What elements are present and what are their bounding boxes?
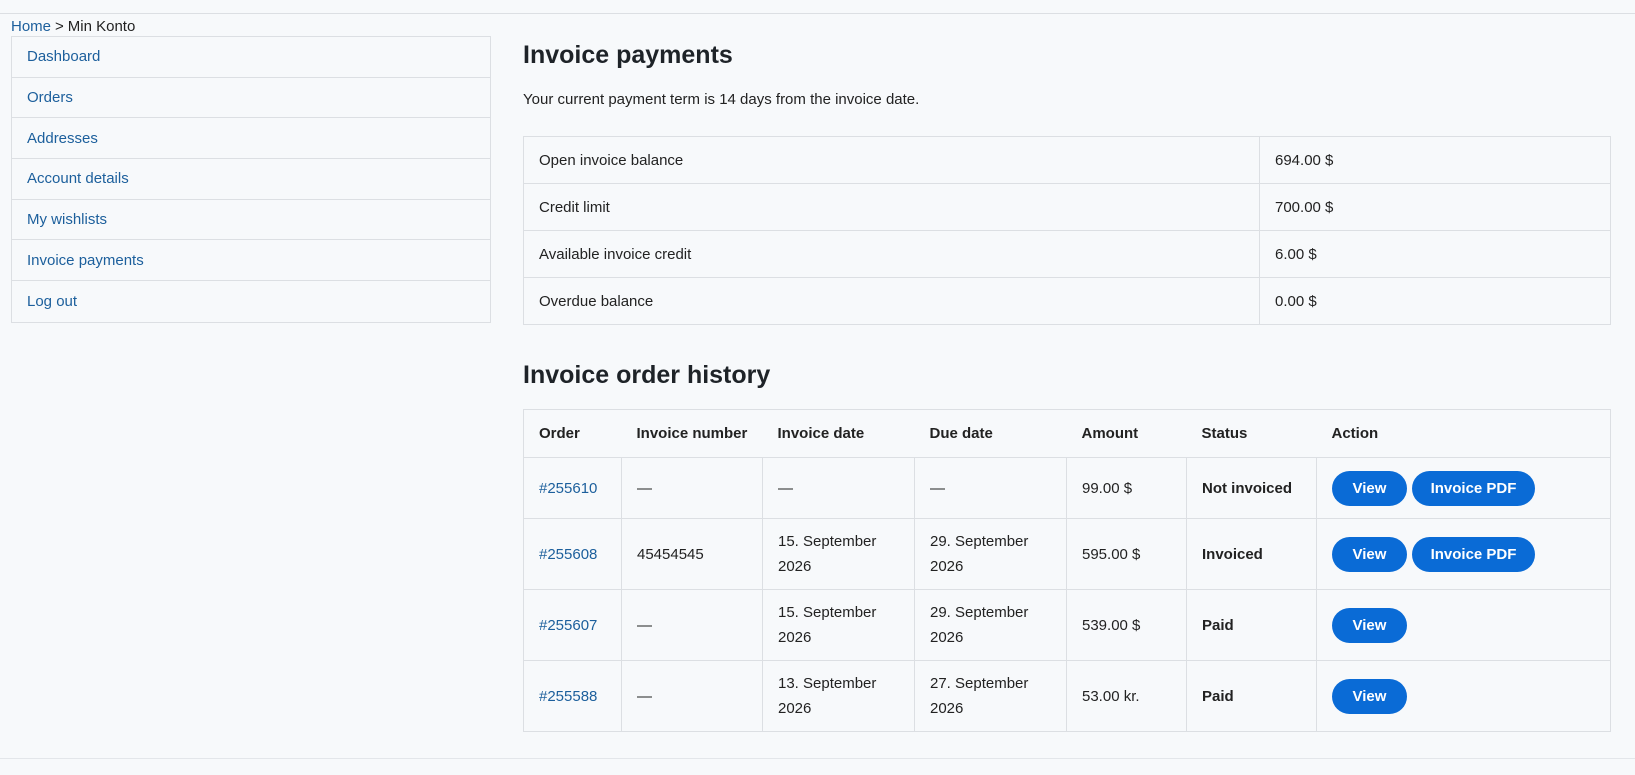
sidebar-item-log-out[interactable]: Log out — [12, 281, 490, 322]
breadcrumb: Home > Min Konto — [11, 17, 135, 37]
action-cell: View — [1316, 660, 1611, 732]
invoice-pdf-button[interactable]: Invoice PDF — [1412, 536, 1535, 572]
summary-label: Overdue balance — [523, 277, 1260, 325]
column-header-action: Action — [1316, 409, 1611, 458]
column-header-order: Order — [523, 409, 622, 458]
sidebar-item-account-details[interactable]: Account details — [12, 159, 490, 200]
amount-cell: 539.00 $ — [1066, 589, 1187, 661]
summary-row: Overdue balance 0.00 $ — [523, 277, 1611, 325]
sidebar-item-invoice-payments[interactable]: Invoice payments — [12, 240, 490, 282]
invoice-payments-title: Invoice payments — [523, 41, 733, 69]
summary-value: 6.00 $ — [1259, 230, 1611, 278]
status-cell: Paid — [1186, 660, 1317, 732]
order-link[interactable]: #255608 — [539, 546, 597, 563]
status-cell: Not invoiced — [1186, 457, 1317, 519]
order-cell: #255607 — [523, 589, 622, 661]
invoice-number-cell: 45454545 — [621, 518, 763, 590]
due-date-cell: 29. September 2026 — [914, 518, 1067, 590]
account-sidebar: Dashboard Orders Addresses Account detai… — [11, 36, 491, 323]
amount-cell: 595.00 $ — [1066, 518, 1187, 590]
column-header-amount: Amount — [1066, 409, 1187, 458]
view-button[interactable]: View — [1332, 536, 1407, 572]
invoice-history-title: Invoice order history — [523, 361, 771, 389]
amount-cell: 53.00 kr. — [1066, 660, 1187, 732]
status-cell: Invoiced — [1186, 518, 1317, 590]
view-button[interactable]: View — [1332, 678, 1407, 714]
due-date-cell: 29. September 2026 — [914, 589, 1067, 661]
invoice-number-cell: — — [621, 457, 763, 519]
main-content: Invoice payments Your current payment te… — [523, 36, 1611, 732]
column-header-status: Status — [1186, 409, 1317, 458]
table-header-row: Order Invoice number Invoice date Due da… — [523, 409, 1611, 458]
payment-term-text: Your current payment term is 14 days fro… — [523, 91, 920, 108]
summary-label: Credit limit — [523, 183, 1260, 231]
invoice-date-cell: 15. September 2026 — [762, 589, 915, 661]
column-header-invoice-number: Invoice number — [621, 409, 763, 458]
view-button[interactable]: View — [1332, 607, 1407, 643]
table-row: #255588 — 13. September 2026 27. Septemb… — [523, 660, 1611, 732]
order-link[interactable]: #255610 — [539, 480, 597, 497]
sidebar-item-my-wishlists[interactable]: My wishlists — [12, 200, 490, 241]
sidebar-item-orders[interactable]: Orders — [12, 78, 490, 119]
action-cell: View — [1316, 589, 1611, 661]
summary-value: 700.00 $ — [1259, 183, 1611, 231]
action-cell: View Invoice PDF — [1316, 518, 1611, 590]
column-header-invoice-date: Invoice date — [762, 409, 915, 458]
invoice-number-cell: — — [621, 589, 763, 661]
table-row: #255608 45454545 15. September 2026 29. … — [523, 518, 1611, 590]
summary-value: 0.00 $ — [1259, 277, 1611, 325]
column-header-due-date: Due date — [914, 409, 1067, 458]
summary-row: Available invoice credit 6.00 $ — [523, 230, 1611, 278]
invoice-date-cell: 15. September 2026 — [762, 518, 915, 590]
due-date-cell: 27. September 2026 — [914, 660, 1067, 732]
summary-row: Credit limit 700.00 $ — [523, 183, 1611, 231]
order-cell: #255610 — [523, 457, 622, 519]
amount-cell: 99.00 $ — [1066, 457, 1187, 519]
sidebar-item-addresses[interactable]: Addresses — [12, 118, 490, 160]
invoice-date-cell: 13. September 2026 — [762, 660, 915, 732]
invoice-history-table: Order Invoice number Invoice date Due da… — [523, 409, 1611, 732]
order-cell: #255608 — [523, 518, 622, 590]
order-cell: #255588 — [523, 660, 622, 732]
view-button[interactable]: View — [1332, 470, 1407, 506]
summary-label: Open invoice balance — [523, 136, 1260, 184]
summary-value: 694.00 $ — [1259, 136, 1611, 184]
breadcrumb-home-link[interactable]: Home — [11, 18, 51, 35]
breadcrumb-current: Min Konto — [67, 18, 136, 35]
order-link[interactable]: #255588 — [539, 688, 597, 705]
sidebar-item-dashboard[interactable]: Dashboard — [12, 37, 490, 78]
breadcrumb-separator: > — [55, 18, 64, 35]
order-link[interactable]: #255607 — [539, 617, 597, 634]
due-date-cell: — — [914, 457, 1067, 519]
bottom-divider — [0, 758, 1635, 759]
table-row: #255607 — 15. September 2026 29. Septemb… — [523, 589, 1611, 661]
status-cell: Paid — [1186, 589, 1317, 661]
table-row: #255610 — — — 99.00 $ Not invoiced View I… — [523, 457, 1611, 519]
top-divider — [0, 13, 1635, 14]
summary-label: Available invoice credit — [523, 230, 1260, 278]
action-cell: View Invoice PDF — [1316, 457, 1611, 519]
invoice-number-cell: — — [621, 660, 763, 732]
invoice-summary-table: Open invoice balance 694.00 $ Credit lim… — [523, 136, 1611, 325]
summary-row: Open invoice balance 694.00 $ — [523, 136, 1611, 184]
invoice-date-cell: — — [762, 457, 915, 519]
invoice-pdf-button[interactable]: Invoice PDF — [1412, 470, 1535, 506]
